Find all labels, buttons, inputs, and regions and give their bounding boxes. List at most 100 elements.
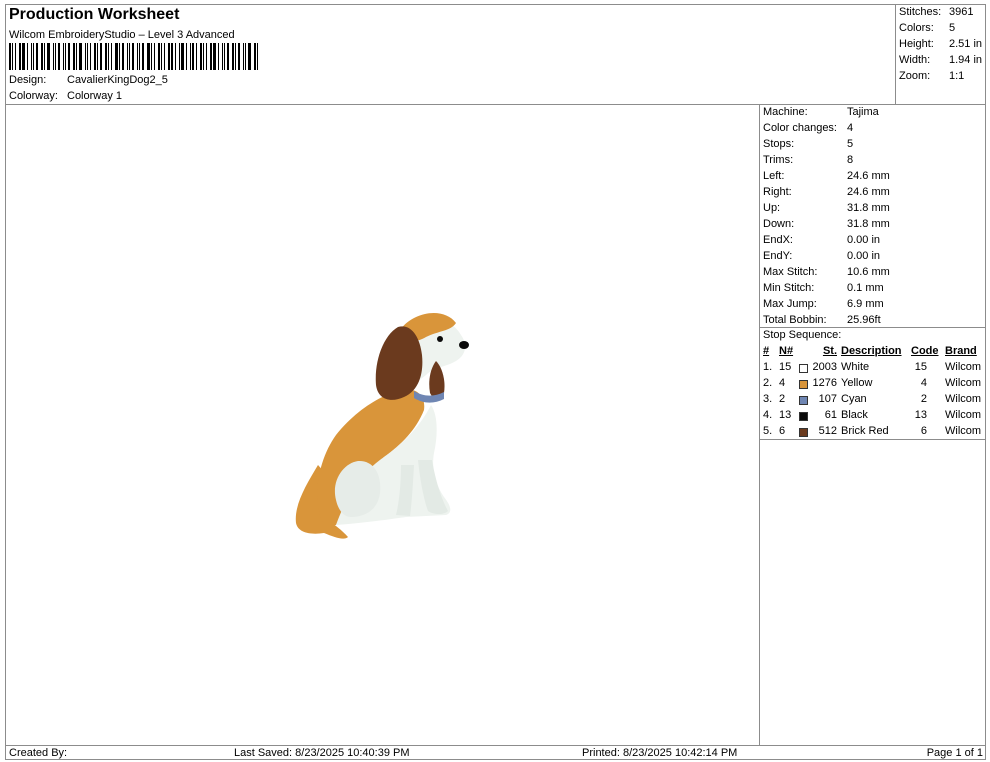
barcode-bar <box>142 43 144 70</box>
info-row: Min Stitch: 0.1 mm <box>763 282 884 294</box>
barcode-bar <box>85 43 86 70</box>
barcode-bar <box>175 43 176 70</box>
info-value: 6.9 mm <box>847 298 884 310</box>
stop-sequence-header: # N# St. Description Code Brand <box>763 345 985 360</box>
info-label: Left: <box>763 170 785 182</box>
barcode-bar <box>63 43 64 70</box>
seq-description: Cyan <box>841 393 867 405</box>
barcode-bar <box>203 43 204 70</box>
zoom-value: 1:1 <box>949 70 965 82</box>
barcode-bar <box>76 43 77 70</box>
info-row: Down: 31.8 mm <box>763 218 890 230</box>
seq-st: 1276 <box>812 377 837 389</box>
barcode-bar <box>36 43 38 70</box>
barcode-bar <box>44 43 45 70</box>
seq-n: 4 <box>779 377 786 389</box>
barcode-bar <box>65 43 66 70</box>
design-value: CavalierKingDog2_5 <box>67 74 168 86</box>
barcode-bar <box>158 43 160 70</box>
seq-num: 3. <box>763 393 773 405</box>
barcode-bar <box>154 43 155 70</box>
stop-sequence-row: 4. 13 61 Black 13 Wilcom <box>763 409 985 424</box>
info-label: Max Stitch: <box>763 266 818 278</box>
col-n: N# <box>779 345 794 357</box>
barcode-bar <box>111 43 112 70</box>
info-value: 0.00 in <box>847 250 881 262</box>
barcode-bar <box>100 43 102 70</box>
barcode-bar <box>213 43 216 70</box>
stop-sequence-row: 5. 6 512 Brick Red 6 Wilcom <box>763 425 985 440</box>
width-value: 1.94 in <box>949 54 983 66</box>
summary-panel: Stitches: 3961 Colors: 5 Height: 2.51 in… <box>896 5 986 105</box>
stop-sequence-row: 2. 4 1276 Yellow 4 Wilcom <box>763 377 985 392</box>
info-label: Down: <box>763 218 795 230</box>
seq-n: 6 <box>779 425 786 437</box>
barcode <box>9 43 261 70</box>
last-saved: Last Saved: 8/23/2025 10:40:39 PM <box>234 747 410 759</box>
barcode-bar <box>254 43 256 70</box>
design-preview <box>6 105 760 745</box>
barcode-bar <box>31 43 32 70</box>
page-title: Production Worksheet <box>9 6 180 23</box>
info-row: Up: 31.8 mm <box>763 202 890 214</box>
color-swatch <box>799 412 808 421</box>
seq-description: Yellow <box>841 377 873 389</box>
cavalier-dog-embroidery-image <box>295 313 469 539</box>
barcode-bar <box>235 43 236 70</box>
seq-description: Black <box>841 409 868 421</box>
seq-st: 512 <box>818 425 837 437</box>
seq-n: 13 <box>779 409 792 421</box>
info-label: Trims: <box>763 154 794 166</box>
seq-num: 5. <box>763 425 773 437</box>
colors-label: Colors: <box>899 22 934 34</box>
header: Production Worksheet Wilcom EmbroiderySt… <box>6 5 896 105</box>
worksheet: Production Worksheet Wilcom EmbroiderySt… <box>5 4 986 760</box>
barcode-bar <box>147 43 150 70</box>
barcode-bar <box>206 43 207 70</box>
info-value: 0.1 mm <box>847 282 884 294</box>
divider <box>760 327 986 328</box>
barcode-bar <box>87 43 88 70</box>
width-label: Width: <box>899 54 931 66</box>
barcode-bar <box>73 43 75 70</box>
info-row: Max Stitch: 10.6 mm <box>763 266 890 278</box>
zoom-label: Zoom: <box>899 70 931 82</box>
barcode-bar <box>161 43 162 70</box>
barcode-bar <box>196 43 197 70</box>
info-value: 4 <box>847 122 854 134</box>
seq-num: 2. <box>763 377 773 389</box>
info-label: Min Stitch: <box>763 282 815 294</box>
barcode-bar <box>227 43 229 70</box>
barcode-bar <box>15 43 16 70</box>
width-row: Width: 1.94 in <box>899 54 982 66</box>
barcode-bar <box>68 43 70 70</box>
info-label: EndY: <box>763 250 793 262</box>
design-info-panel: Machine: Tajima Color changes: 4 Stops: 5 T… <box>760 105 986 745</box>
colorway-row: Colorway: Colorway 1 <box>9 90 122 102</box>
colors-value: 5 <box>949 22 956 34</box>
barcode-bar <box>181 43 184 70</box>
barcode-bar <box>200 43 202 70</box>
seq-brand: Wilcom <box>945 361 982 373</box>
height-row: Height: 2.51 in <box>899 38 982 50</box>
info-label: Total Bobbin: <box>763 314 827 326</box>
color-swatch <box>799 364 808 373</box>
barcode-bar <box>151 43 152 70</box>
info-value: 8 <box>847 154 854 166</box>
info-label: Up: <box>763 202 781 214</box>
seq-st: 107 <box>818 393 837 405</box>
barcode-bar <box>108 43 109 70</box>
info-label: EndX: <box>763 234 793 246</box>
barcode-bar <box>238 43 240 70</box>
seq-code: 4 <box>920 377 927 389</box>
barcode-bar <box>190 43 191 70</box>
stitches-row: Stitches: 3961 <box>899 6 973 18</box>
info-value: 10.6 mm <box>847 266 890 278</box>
seq-brand: Wilcom <box>945 393 982 405</box>
info-value: 24.6 mm <box>847 170 890 182</box>
info-value: 0.00 in <box>847 234 881 246</box>
barcode-bar <box>210 43 212 70</box>
barcode-bar <box>9 43 11 70</box>
barcode-bar <box>257 43 258 70</box>
seq-description: Brick Red <box>841 425 889 437</box>
